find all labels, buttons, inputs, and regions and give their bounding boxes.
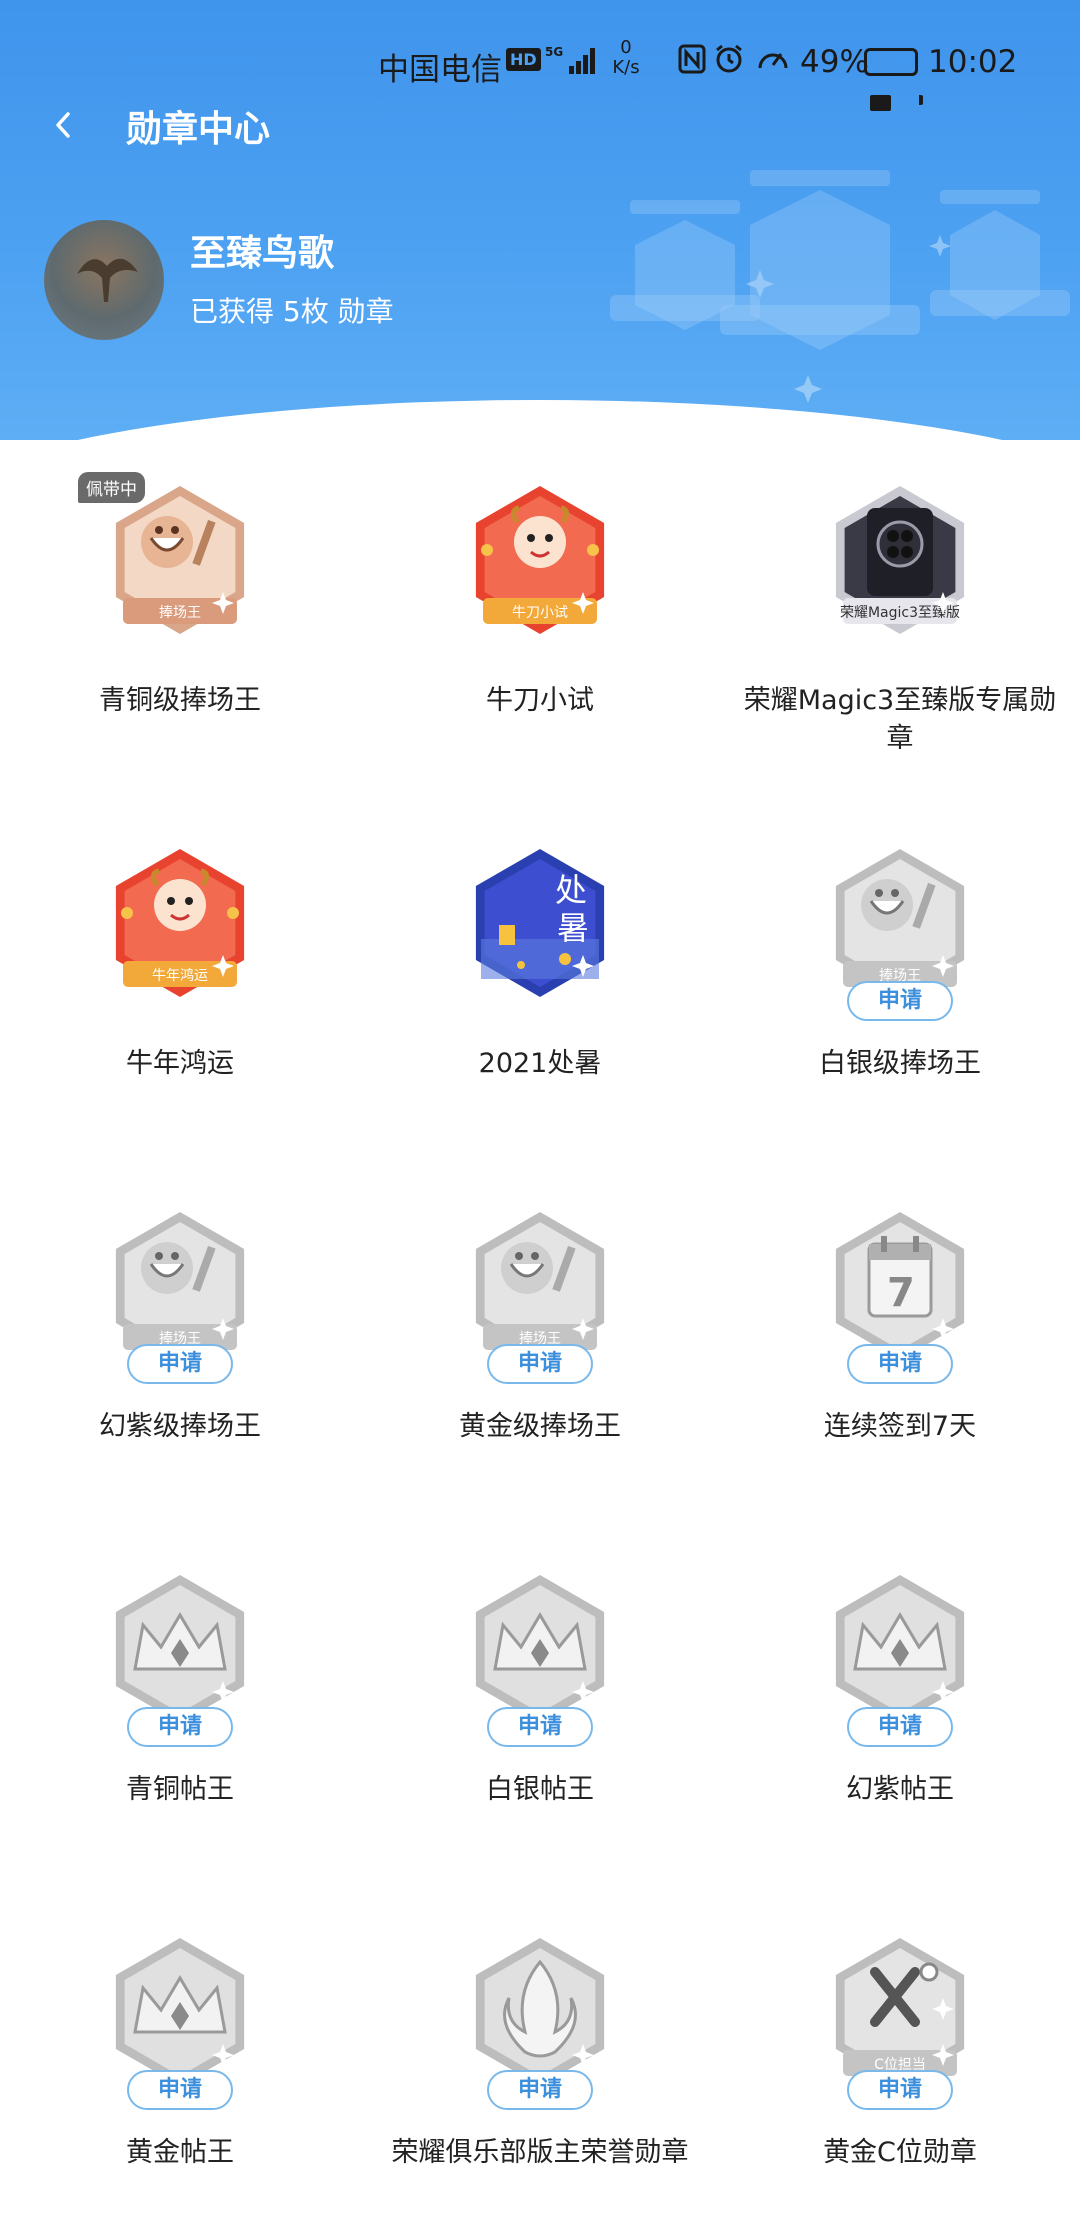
badge-label: 连续签到7天 bbox=[823, 1411, 977, 1442]
bird-icon bbox=[77, 258, 138, 302]
page-title: 勋章中心 bbox=[126, 109, 271, 150]
badge-item[interactable]: 申请荣耀俱乐部版主荣誉勋章 bbox=[360, 1922, 720, 2228]
badge-item[interactable]: 捧场王 申请 幻紫级捧场王 bbox=[0, 1196, 360, 1559]
svg-text:牛年鸿运: 牛年鸿运 bbox=[152, 967, 208, 984]
apply-button[interactable]: 申请 bbox=[847, 2070, 953, 2110]
svg-text:暑: 暑 bbox=[557, 909, 589, 947]
badge-label: 牛刀小试 bbox=[486, 685, 594, 716]
badge-item[interactable]: C位担当 申请 黄金C位勋章 bbox=[720, 1922, 1080, 2228]
badge-medal-icon[interactable]: 牛年鸿运 bbox=[105, 843, 255, 1008]
apply-button[interactable]: 申请 bbox=[127, 1707, 233, 1747]
badge-medal-icon[interactable]: 荣耀Magic3至臻版 bbox=[825, 480, 975, 645]
svg-text:处: 处 bbox=[555, 871, 587, 909]
apply-button[interactable]: 申请 bbox=[487, 2070, 593, 2110]
carrier-name: 中国电信 bbox=[378, 52, 502, 88]
badge-medal-icon[interactable]: 处暑 bbox=[465, 843, 615, 1008]
apply-button[interactable]: 申请 bbox=[127, 2070, 233, 2110]
badge-label: 白银级捧场王 bbox=[819, 1048, 981, 1079]
badge-item[interactable]: 牛刀小试 牛刀小试 bbox=[360, 470, 720, 833]
badge-item[interactable]: 7 申请连续签到7天 bbox=[720, 1196, 1080, 1559]
badge-label: 幻紫帖王 bbox=[846, 1774, 954, 1805]
battery-percent: 49% bbox=[800, 44, 869, 80]
nfc-icon bbox=[678, 44, 706, 82]
clock-time: 10:02 bbox=[928, 44, 1018, 80]
decorative-badges-illustration bbox=[610, 170, 1070, 403]
apply-button[interactable]: 申请 bbox=[127, 1344, 233, 1384]
net-speed-unit: K/s bbox=[612, 57, 640, 78]
badge-label: 黄金C位勋章 bbox=[823, 2137, 977, 2168]
badge-label: 幻紫级捧场王 bbox=[99, 1411, 261, 1442]
hd-badge: HD bbox=[506, 48, 541, 71]
badge-item[interactable]: 牛年鸿运 牛年鸿运 bbox=[0, 833, 360, 1196]
apply-button[interactable]: 申请 bbox=[847, 1707, 953, 1747]
badge-label: 青铜级捧场王 bbox=[99, 685, 261, 716]
apply-button[interactable]: 申请 bbox=[847, 1344, 953, 1384]
svg-text:捧场王: 捧场王 bbox=[159, 604, 201, 621]
badge-item[interactable]: 荣耀Magic3至臻版荣耀Magic3至臻版专属勋章 bbox=[720, 470, 1080, 833]
badge-medal-icon[interactable]: 捧场王 bbox=[105, 480, 255, 645]
badge-item[interactable]: 处暑 2021处暑 bbox=[360, 833, 720, 1196]
badge-label: 黄金帖王 bbox=[126, 2137, 234, 2168]
badge-label: 白银帖王 bbox=[486, 1774, 594, 1805]
chevron-left-icon bbox=[56, 112, 70, 138]
username: 至臻鸟歌 bbox=[190, 233, 335, 274]
wearing-tag: 佩带中 bbox=[78, 472, 145, 503]
badge-item[interactable]: 申请 幻紫帖王 bbox=[720, 1559, 1080, 1922]
header-banner: 中国电信 HD 5G 0 K/s 49% 10:02 勋章中心 至臻鸟歌 已获得… bbox=[0, 0, 1080, 440]
avatar[interactable] bbox=[44, 220, 164, 340]
badge-label: 2021处暑 bbox=[478, 1048, 602, 1079]
badge-item[interactable]: 申请 青铜帖王 bbox=[0, 1559, 360, 1922]
badge-item[interactable]: 申请 黄金帖王 bbox=[0, 1922, 360, 2228]
apply-button[interactable]: 申请 bbox=[487, 1707, 593, 1747]
svg-text:牛刀小试: 牛刀小试 bbox=[512, 605, 568, 621]
apply-button[interactable]: 申请 bbox=[847, 981, 953, 1021]
signal-icon: 5G bbox=[545, 44, 601, 84]
network-type: 5G bbox=[545, 45, 563, 59]
badge-medal-icon[interactable]: 牛刀小试 bbox=[465, 480, 615, 645]
net-speed-value: 0 bbox=[620, 37, 632, 58]
net-speed: 0 K/s bbox=[608, 38, 644, 78]
badge-label: 牛年鸿运 bbox=[126, 1048, 234, 1079]
badge-label: 青铜帖王 bbox=[126, 1774, 234, 1805]
svg-text:7: 7 bbox=[887, 1270, 915, 1316]
badge-item[interactable]: 捧场王 申请 黄金级捧场王 bbox=[360, 1196, 720, 1559]
medal-count: 已获得 5枚 勋章 bbox=[190, 295, 394, 328]
battery-icon bbox=[864, 48, 923, 111]
badge-label: 黄金级捧场王 bbox=[459, 1411, 621, 1442]
apply-button[interactable]: 申请 bbox=[487, 1344, 593, 1384]
badge-label: 荣耀俱乐部版主荣誉勋章 bbox=[391, 2137, 689, 2168]
badge-label: 荣耀Magic3至臻版专属勋章 bbox=[743, 685, 1057, 754]
badge-item[interactable]: 捧场王 申请 白银级捧场王 bbox=[720, 833, 1080, 1196]
back-button[interactable] bbox=[44, 100, 84, 150]
battery-level bbox=[870, 95, 891, 111]
alarm-icon bbox=[714, 44, 744, 82]
badge-item[interactable]: 捧场王 佩带中青铜级捧场王 bbox=[0, 470, 360, 833]
speed-gauge-icon bbox=[756, 44, 790, 82]
badge-item[interactable]: 申请 白银帖王 bbox=[360, 1559, 720, 1922]
